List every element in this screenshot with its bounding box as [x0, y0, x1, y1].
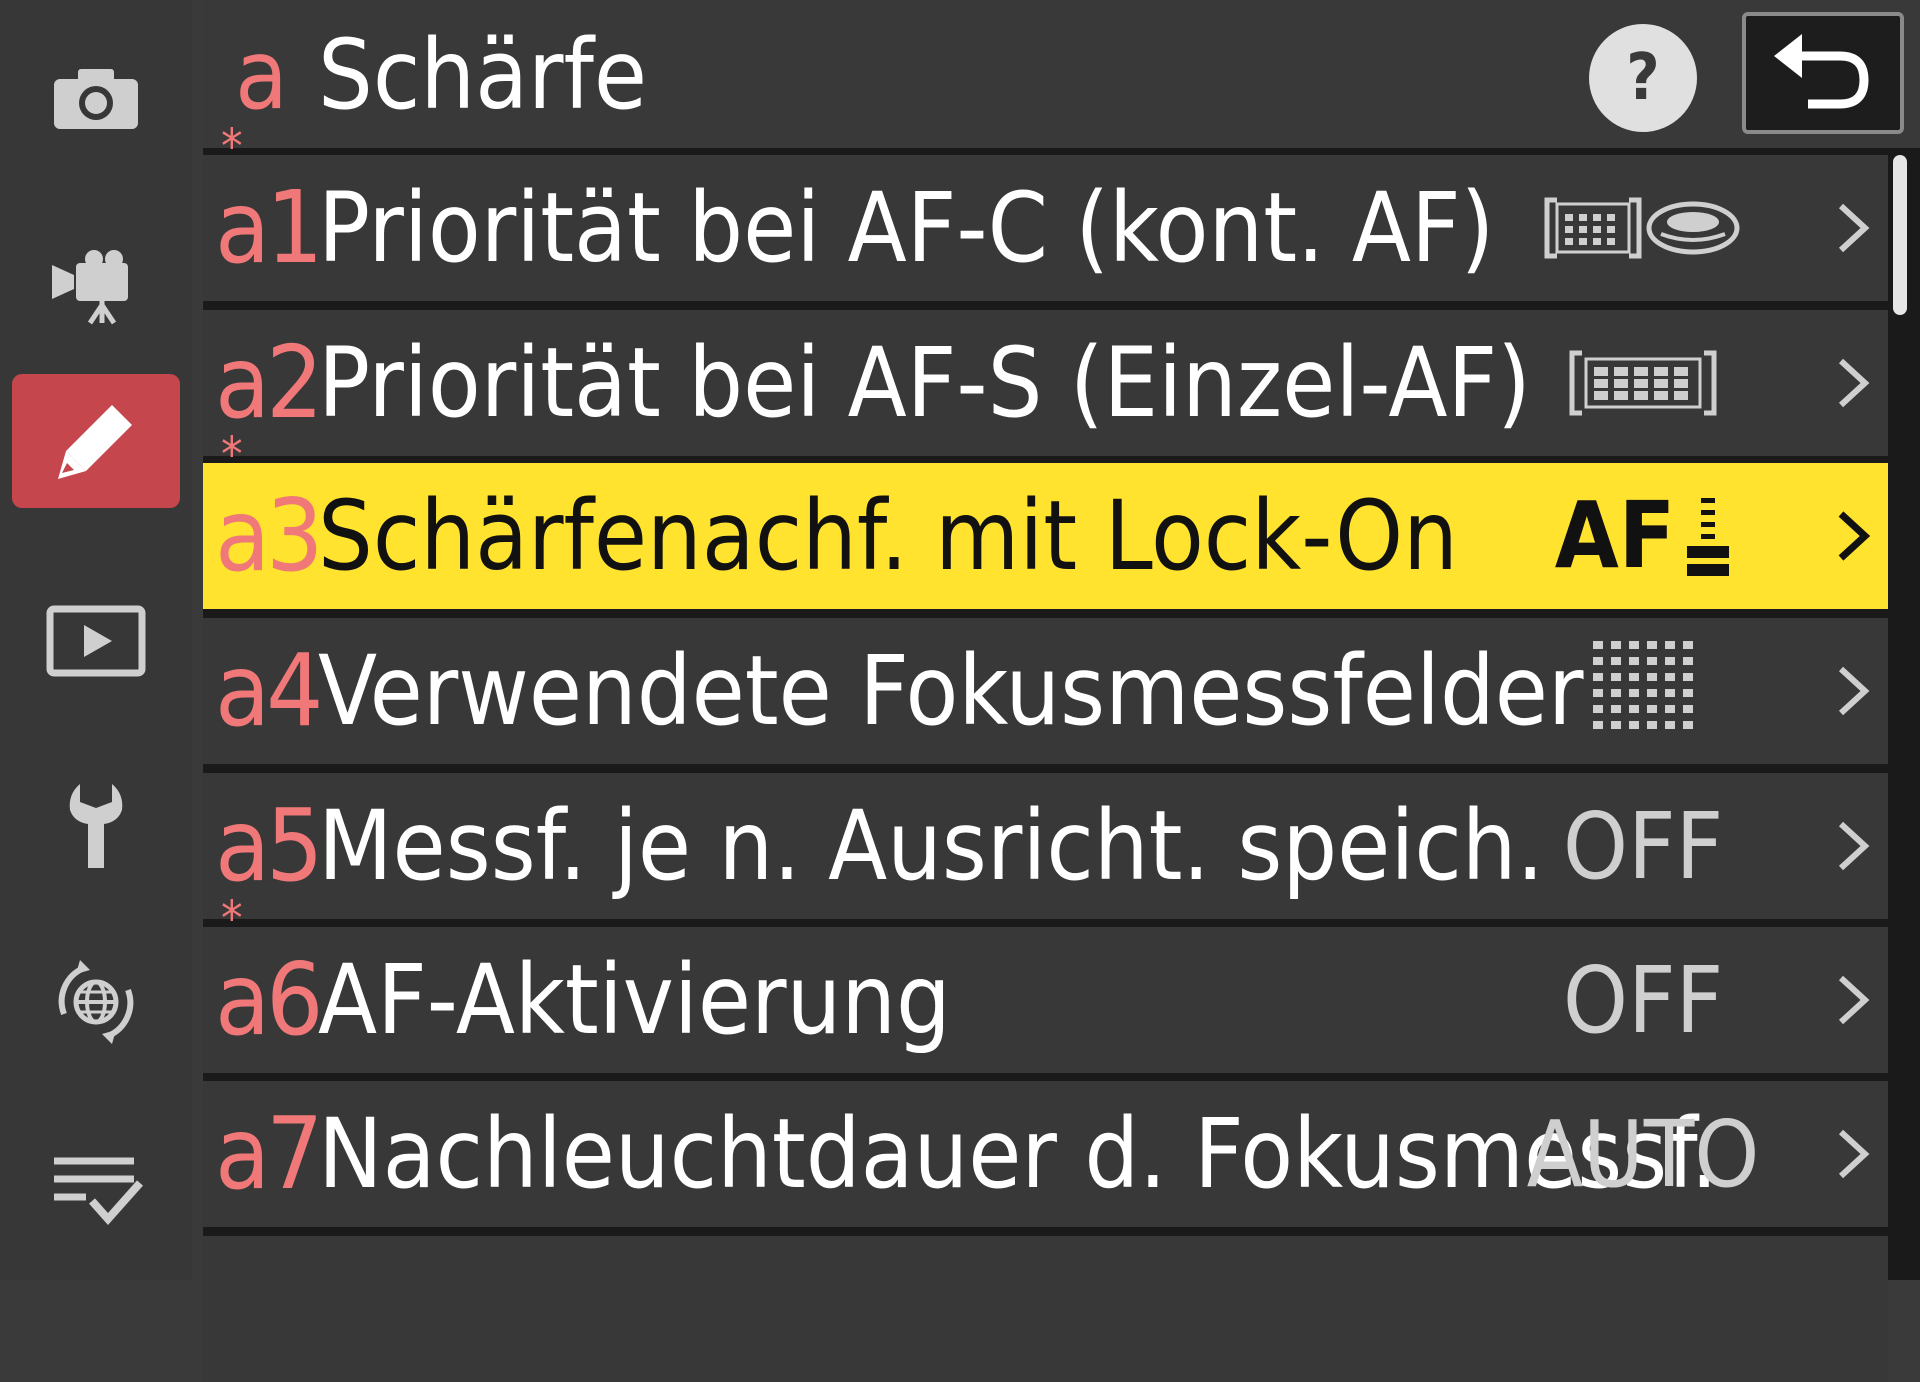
help-button[interactable]: ? [1589, 24, 1697, 132]
item-value: AF [1503, 463, 1783, 609]
chevron-right-icon [1828, 927, 1878, 1073]
item-value [1503, 618, 1783, 764]
wrench-icon [69, 784, 123, 868]
item-label: Messf. je n. Ausricht. speich. [318, 790, 1544, 902]
menu-header: a Schärfe ? [203, 0, 1920, 148]
sidebar-item-video-recording[interactable] [12, 214, 180, 348]
item-label: Priorität bei AF-C (kont. AF) [318, 172, 1495, 284]
chevron-right-icon [1828, 773, 1878, 919]
item-value [1503, 310, 1783, 456]
sidebar-item-custom-settings[interactable] [12, 374, 180, 508]
item-number: * a6 [215, 891, 323, 1058]
camera-icon [54, 69, 138, 129]
menu-item-a5[interactable]: a5 Messf. je n. Ausricht. speich. OFF [203, 773, 1888, 919]
lock-on-level-icon [1687, 498, 1730, 576]
item-number: * a1 [215, 119, 323, 286]
menu-item-a2[interactable]: a2 Priorität bei AF-S (Einzel-AF) [203, 310, 1888, 456]
item-number: * a3 [215, 427, 323, 594]
menu-item-a6[interactable]: * a6 AF-Aktivierung OFF [203, 891, 1888, 1073]
item-value: OFF [1562, 792, 1724, 900]
pencil-icon [58, 405, 132, 479]
custom-changed-star: * [221, 119, 243, 175]
sidebar-item-my-menu[interactable] [12, 1118, 180, 1252]
item-value: OFF [1562, 946, 1724, 1054]
menu-item-a1[interactable]: * a1 Priorität bei AF-C (kont. AF) [203, 119, 1888, 301]
af-s-priority-icon [1569, 350, 1717, 416]
item-number: a4 [215, 632, 323, 749]
sidebar-item-network[interactable] [12, 935, 180, 1069]
menu-item-a7[interactable]: a7 Nachleuchtdauer d. Fokusmessf. AUTO [203, 1081, 1888, 1227]
item-value [1503, 155, 1783, 301]
focus-points-grid-icon [1593, 641, 1693, 729]
chevron-right-icon [1828, 618, 1878, 764]
scrollbar[interactable] [1893, 155, 1913, 315]
page-title: Schärfe [318, 19, 648, 131]
menu-item-a3[interactable]: * a3 Schärfenachf. mit Lock-On AF [203, 427, 1888, 609]
video-camera-icon [52, 250, 128, 325]
item-number: a7 [215, 1095, 323, 1212]
help-icon: ? [1626, 41, 1660, 115]
return-arrow-icon [1774, 34, 1869, 109]
item-value-text: AF [1554, 482, 1676, 589]
item-label: AF-Aktivierung [318, 944, 951, 1056]
item-label: Priorität bei AF-S (Einzel-AF) [318, 327, 1531, 439]
item-label: Schärfenachf. mit Lock-On [318, 480, 1458, 592]
sidebar [0, 0, 192, 1280]
menu-item-a4[interactable]: a4 Verwendete Fokusmessfelder [203, 618, 1888, 764]
scrollbar-thumb[interactable] [1893, 155, 1907, 315]
sidebar-item-setup[interactable] [12, 757, 180, 891]
menu-group-letter: a [235, 19, 288, 131]
item-value: AUTO [1526, 1100, 1760, 1208]
chevron-right-icon [1828, 310, 1878, 456]
back-button[interactable] [1742, 12, 1904, 134]
af-c-priority-icon [1544, 197, 1740, 259]
chevron-right-icon [1828, 1081, 1878, 1227]
sidebar-item-photo-shooting[interactable] [12, 30, 180, 164]
my-menu-icon [54, 1157, 143, 1226]
network-icon [58, 960, 134, 1044]
custom-changed-star: * [221, 891, 243, 947]
custom-changed-star: * [221, 427, 243, 483]
menu-panel: a Schärfe ? * a1 Priorität bei AF-C (kont… [203, 0, 1920, 1382]
chevron-right-icon [1828, 463, 1878, 609]
sidebar-item-playback[interactable] [12, 574, 180, 708]
chevron-right-icon [1828, 155, 1878, 301]
menu-item-next-partial[interactable] [203, 1236, 1888, 1382]
item-label: Verwendete Fokusmessfelder [318, 635, 1584, 747]
playback-icon [46, 605, 146, 677]
